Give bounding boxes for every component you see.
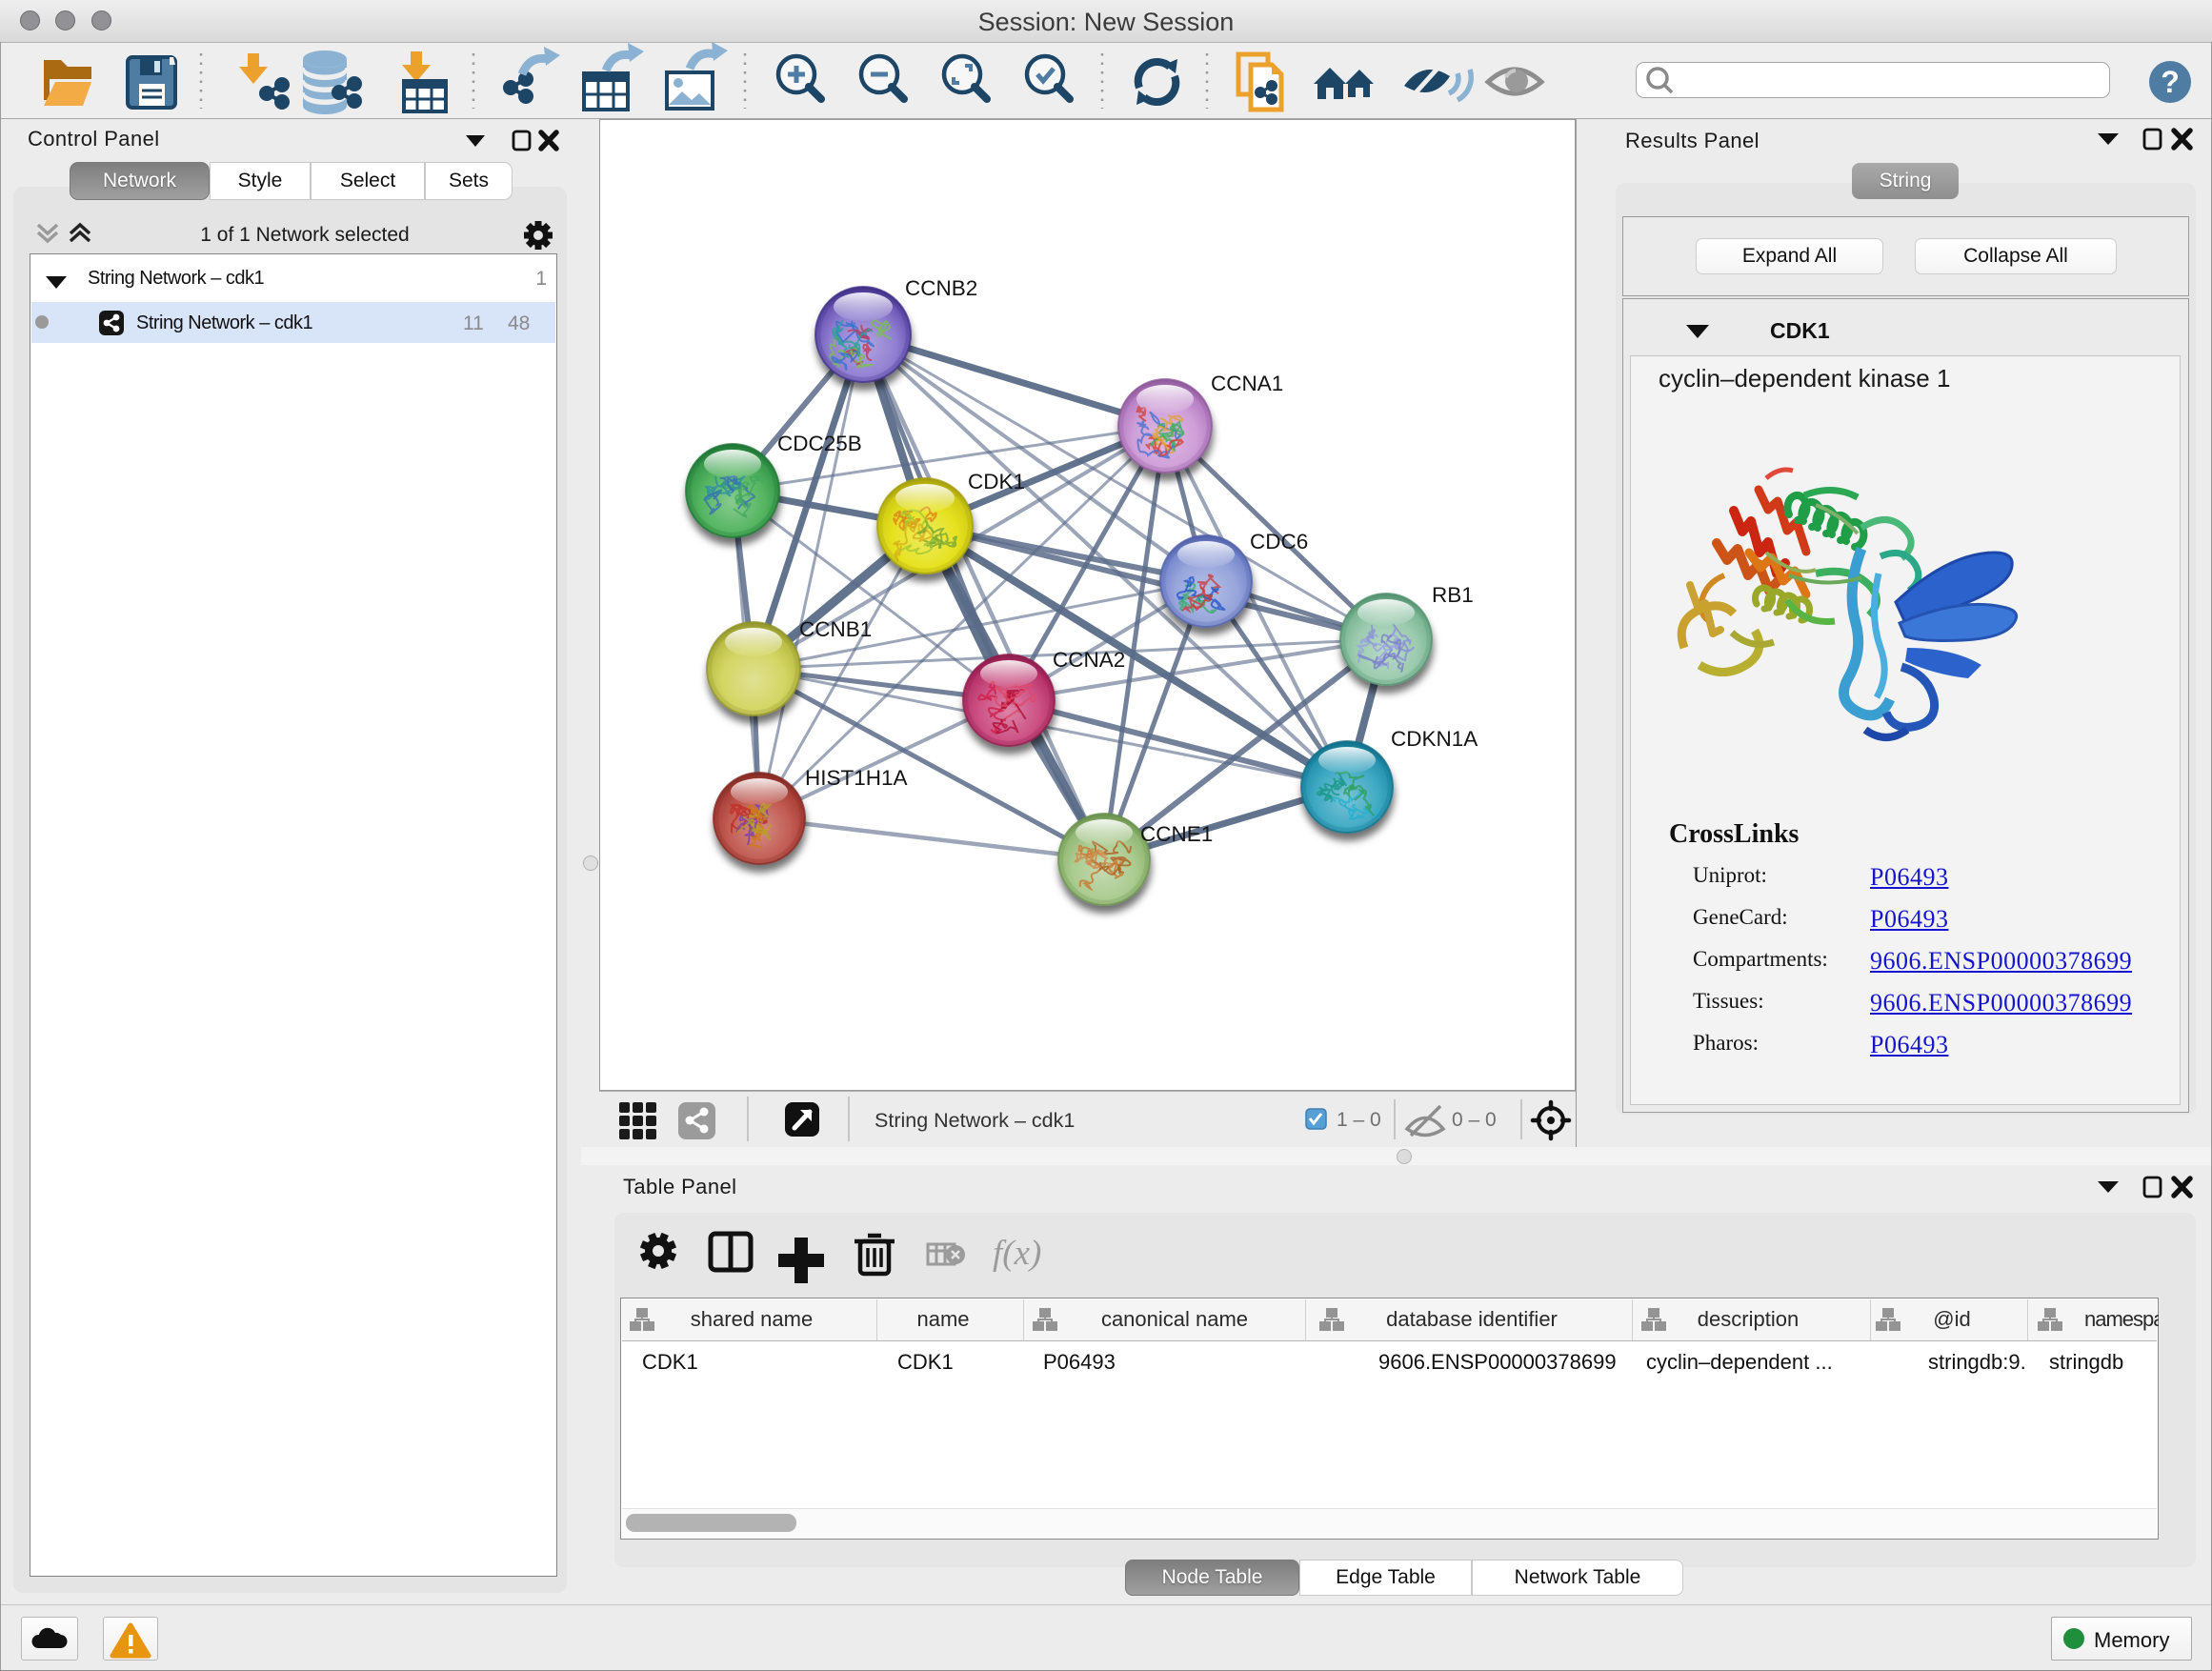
- svg-text:?: ?: [2161, 65, 2180, 99]
- svg-text:CCNB1: CCNB1: [799, 617, 872, 641]
- svg-text:CDC25B: CDC25B: [777, 432, 862, 455]
- svg-text:HIST1H1A: HIST1H1A: [805, 766, 908, 790]
- svg-text:1 – 0: 1 – 0: [1337, 1109, 1381, 1131]
- svg-text:CDKN1A: CDKN1A: [1391, 727, 1478, 751]
- svg-text:String Network – cdk1: String Network – cdk1: [875, 1109, 1075, 1132]
- svg-text:CDK1: CDK1: [968, 470, 1025, 493]
- svg-text:CCNB2: CCNB2: [905, 276, 977, 300]
- svg-text:CCNA1: CCNA1: [1211, 372, 1283, 395]
- svg-text:CDC6: CDC6: [1250, 530, 1308, 554]
- svg-text:0 – 0: 0 – 0: [1452, 1109, 1497, 1131]
- svg-text:RB1: RB1: [1432, 583, 1474, 607]
- svg-text:CCNA2: CCNA2: [1053, 648, 1125, 672]
- svg-text:CCNE1: CCNE1: [1140, 822, 1213, 846]
